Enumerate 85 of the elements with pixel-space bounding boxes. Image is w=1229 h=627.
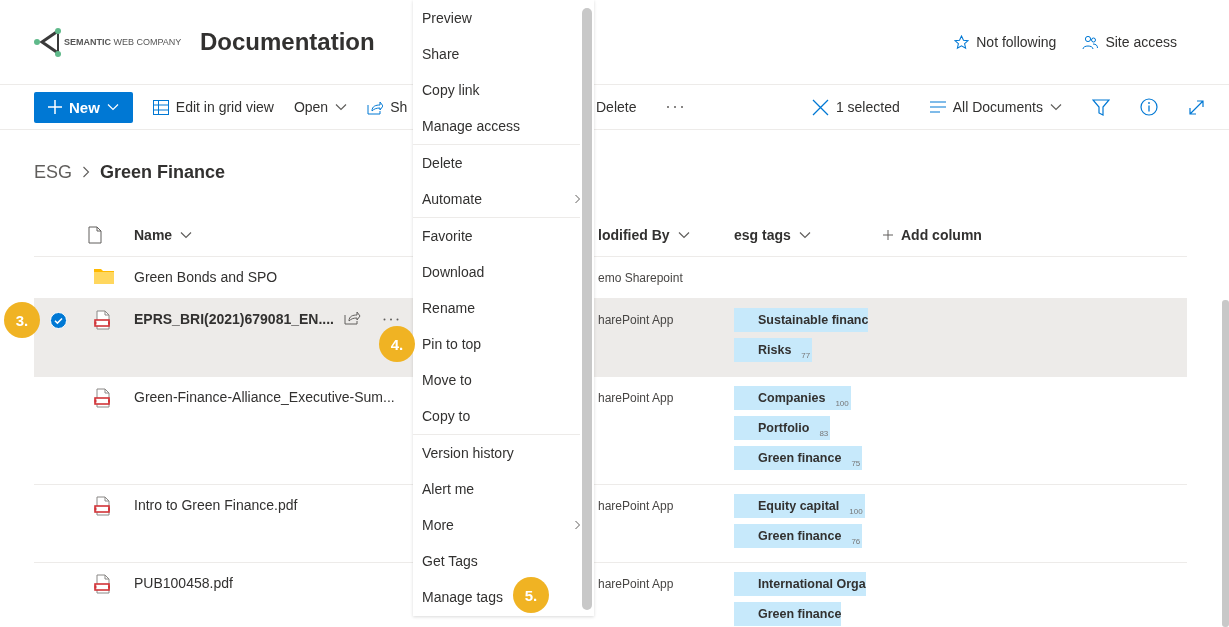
menu-item[interactable]: Version history <box>413 435 580 471</box>
tag-chip: Risks 77 <box>734 338 813 362</box>
tag-chip: Green finance <box>734 602 842 626</box>
menu-item[interactable]: Automate <box>413 181 580 217</box>
file-name[interactable]: Intro to Green Finance.pdf <box>134 496 298 514</box>
menu-item[interactable]: Download <box>413 254 580 290</box>
chevron-down-icon <box>677 231 690 239</box>
people-icon <box>1082 34 1099 50</box>
menu-item[interactable]: Delete <box>413 145 580 181</box>
new-button[interactable]: New <box>34 91 133 123</box>
add-column-button[interactable]: Add column <box>883 227 1187 243</box>
info-icon[interactable] <box>1140 98 1158 116</box>
toolbar-button[interactable]: Edit in grid view <box>152 99 274 115</box>
tag-chip: Equity capital 100 <box>734 494 865 518</box>
menu-item[interactable]: Copy to <box>413 398 580 434</box>
more-icon[interactable] <box>383 318 399 321</box>
folder-icon <box>94 268 114 284</box>
chevron-down-icon <box>106 103 119 111</box>
chevron-down-icon <box>798 231 811 239</box>
plus-icon <box>48 100 62 114</box>
chevron-down-icon <box>1050 103 1062 111</box>
menu-item[interactable]: Alert me <box>413 471 580 507</box>
tag-chip: International Orga <box>734 572 866 596</box>
file-name[interactable]: Green Bonds and SPO <box>134 268 278 286</box>
menu-item[interactable]: Move to <box>413 362 580 398</box>
menu-item[interactable]: Preview <box>413 0 580 36</box>
toolbar-button[interactable]: Open <box>293 99 348 115</box>
chevron-right-icon <box>575 520 580 530</box>
company-logo: SEMANTIC WEB COMPANY <box>34 27 200 57</box>
site-title: Documentation <box>200 28 375 56</box>
expand-icon[interactable] <box>1188 98 1205 116</box>
share-icon <box>367 99 384 115</box>
grid-icon <box>152 99 169 115</box>
chevron-down-icon <box>335 103 348 111</box>
header-action-button[interactable]: Not following <box>954 34 1057 50</box>
list-icon <box>929 101 946 113</box>
pdf-file-icon <box>94 574 112 594</box>
menu-item[interactable]: Rename <box>413 290 580 326</box>
breadcrumb-item[interactable]: Green Finance <box>100 161 226 183</box>
file-type-icon <box>88 226 102 244</box>
more-button[interactable] <box>666 105 685 109</box>
plus-icon <box>883 230 893 240</box>
modified-by-text: harePoint App <box>598 313 674 327</box>
pdf-file-icon <box>94 496 112 516</box>
menu-item[interactable]: Manage access <box>413 108 580 144</box>
tag-chip: Green finance 75 <box>734 446 863 470</box>
menu-item[interactable]: Pin to top <box>413 326 580 362</box>
scrollbar[interactable] <box>582 8 592 610</box>
menu-item[interactable]: Copy link <box>413 72 580 108</box>
file-name[interactable]: Green-Finance-Alliance_Executive-Sum... <box>134 388 395 406</box>
tag-chip: Companies 100 <box>734 386 851 410</box>
modified-by-text: harePoint App <box>598 391 674 405</box>
pdf-file-icon <box>94 310 112 330</box>
tag-chip: Portfolio 83 <box>734 416 831 440</box>
step-badge: 3. <box>4 302 40 338</box>
tag-chip: Sustainable financ <box>734 308 869 332</box>
scrollbar[interactable] <box>1222 300 1229 627</box>
clear-selection-button[interactable]: 1 selected <box>811 98 900 116</box>
toolbar-button[interactable]: Sh <box>367 99 408 115</box>
column-header[interactable]: lodified By <box>598 227 734 243</box>
pdf-file-icon <box>94 388 112 408</box>
chevron-right-icon <box>82 166 90 178</box>
column-header[interactable]: Name <box>134 227 410 243</box>
filter-icon[interactable] <box>1092 98 1110 116</box>
close-icon <box>811 98 829 116</box>
chevron-down-icon <box>180 231 193 239</box>
checkbox-checked-icon[interactable] <box>50 312 67 329</box>
modified-by-text: harePoint App <box>598 499 674 513</box>
share-icon[interactable] <box>344 310 361 325</box>
toolbar-button[interactable]: Delete <box>596 99 637 115</box>
file-name[interactable]: PUB100458.pdf <box>134 574 233 592</box>
tag-chip: Green finance 76 <box>734 524 863 548</box>
modified-by-text: harePoint App <box>598 577 674 591</box>
file-name[interactable]: EPRS_BRI(2021)679081_EN.... <box>134 310 334 328</box>
star-icon <box>954 34 970 50</box>
column-header[interactable]: esg tags <box>734 227 883 243</box>
menu-item[interactable]: More <box>413 507 580 543</box>
menu-item[interactable]: Favorite <box>413 218 580 254</box>
header-action-button[interactable]: Site access <box>1082 34 1177 50</box>
menu-item[interactable]: Get Tags <box>413 543 580 579</box>
modified-by-text: emo Sharepoint <box>598 271 683 285</box>
chevron-right-icon <box>575 194 580 204</box>
view-selector[interactable]: All Documents <box>929 99 1062 115</box>
breadcrumb-item[interactable]: ESG <box>34 161 72 183</box>
menu-item[interactable]: Share <box>413 36 580 72</box>
